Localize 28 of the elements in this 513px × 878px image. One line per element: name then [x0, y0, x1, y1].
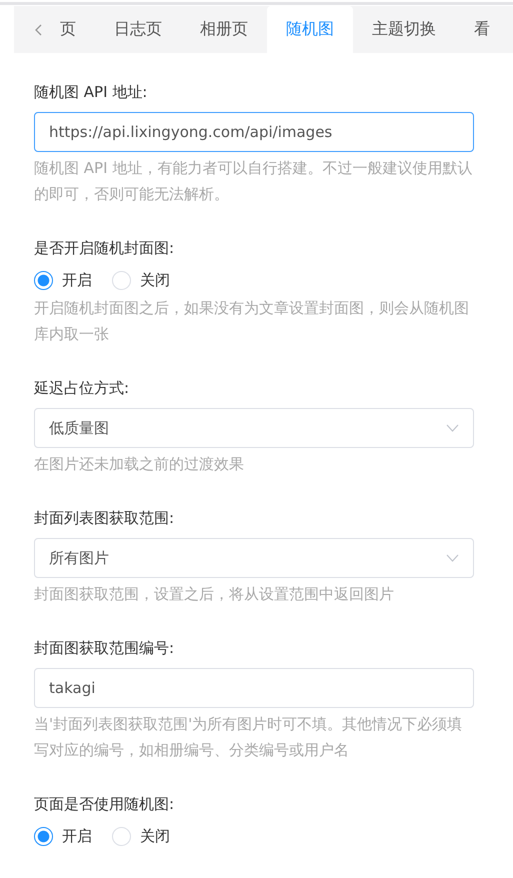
field-label: 封面图获取范围编号: — [34, 638, 176, 659]
chevron-down-icon — [446, 554, 459, 562]
field-label: 封面列表图获取范围: — [34, 508, 176, 529]
hint-text: 随机图 API 地址，有能力者可以自行搭建。不过一般建议使用默认的即可，否则可能无法解析。 — [34, 158, 474, 205]
field-label: 页面是否使用随机图: — [34, 794, 176, 815]
input-field[interactable]: https://api.lixingyong.com/api/images — [34, 112, 474, 152]
hint-text: 当'封面列表图获取范围'为所有图片时可不填。其他情况下必须填写对应的编号，如相册编号、分类编号或用户名 — [34, 714, 464, 761]
hint-text: 开启随机封面图之后，如果没有为文章设置封面图，则会从随机图库内取一张 — [34, 298, 470, 345]
tab[interactable]: 主题切换 — [353, 6, 455, 53]
radio-option[interactable]: 关闭 — [112, 826, 170, 846]
tab[interactable]: 日志页 — [95, 6, 181, 53]
radio-button[interactable] — [34, 826, 53, 846]
radio-button[interactable] — [34, 270, 53, 290]
radio-option[interactable]: 开启 — [34, 826, 92, 846]
field-label: 是否开启随机封面图: — [34, 238, 176, 259]
radio-option[interactable]: 开启 — [34, 270, 92, 290]
field-label: 随机图 API 地址: — [34, 82, 148, 103]
tab[interactable]: 看 — [455, 6, 509, 53]
select-dropdown[interactable]: 所有图片 — [34, 538, 474, 578]
tab[interactable]: 页 — [54, 6, 95, 53]
select-dropdown[interactable]: 低质量图 — [34, 408, 474, 448]
hint-text: 封面图获取范围，设置之后，将从设置范围中返回图片 — [34, 584, 395, 605]
field-label: 延迟占位方式: — [34, 378, 130, 399]
radio-option[interactable]: 关闭 — [112, 270, 170, 290]
chevron-down-icon — [446, 424, 459, 432]
tab[interactable]: 相册页 — [181, 6, 267, 53]
input-field[interactable]: takagi — [34, 668, 474, 708]
hint-text: 在图片还未加载之前的过渡效果 — [34, 454, 245, 475]
